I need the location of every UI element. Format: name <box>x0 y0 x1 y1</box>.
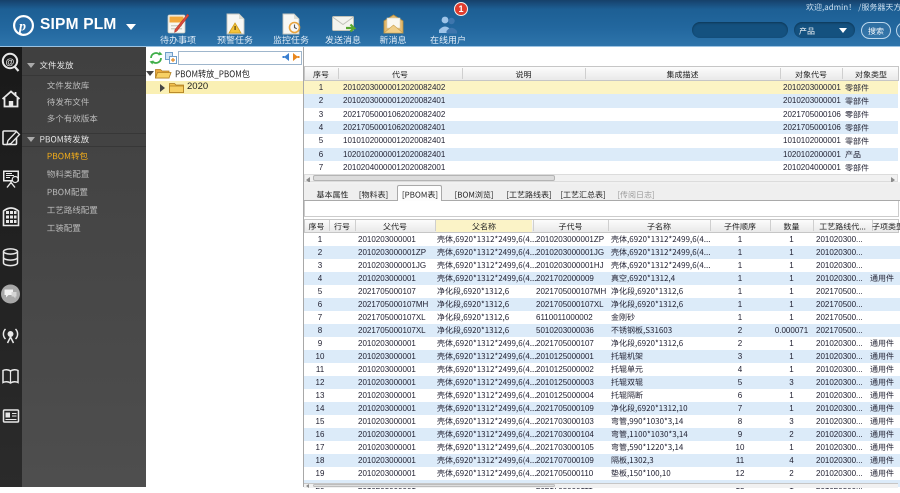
svg-text:@: @ <box>6 57 15 67</box>
svg-text:p: p <box>18 20 26 35</box>
